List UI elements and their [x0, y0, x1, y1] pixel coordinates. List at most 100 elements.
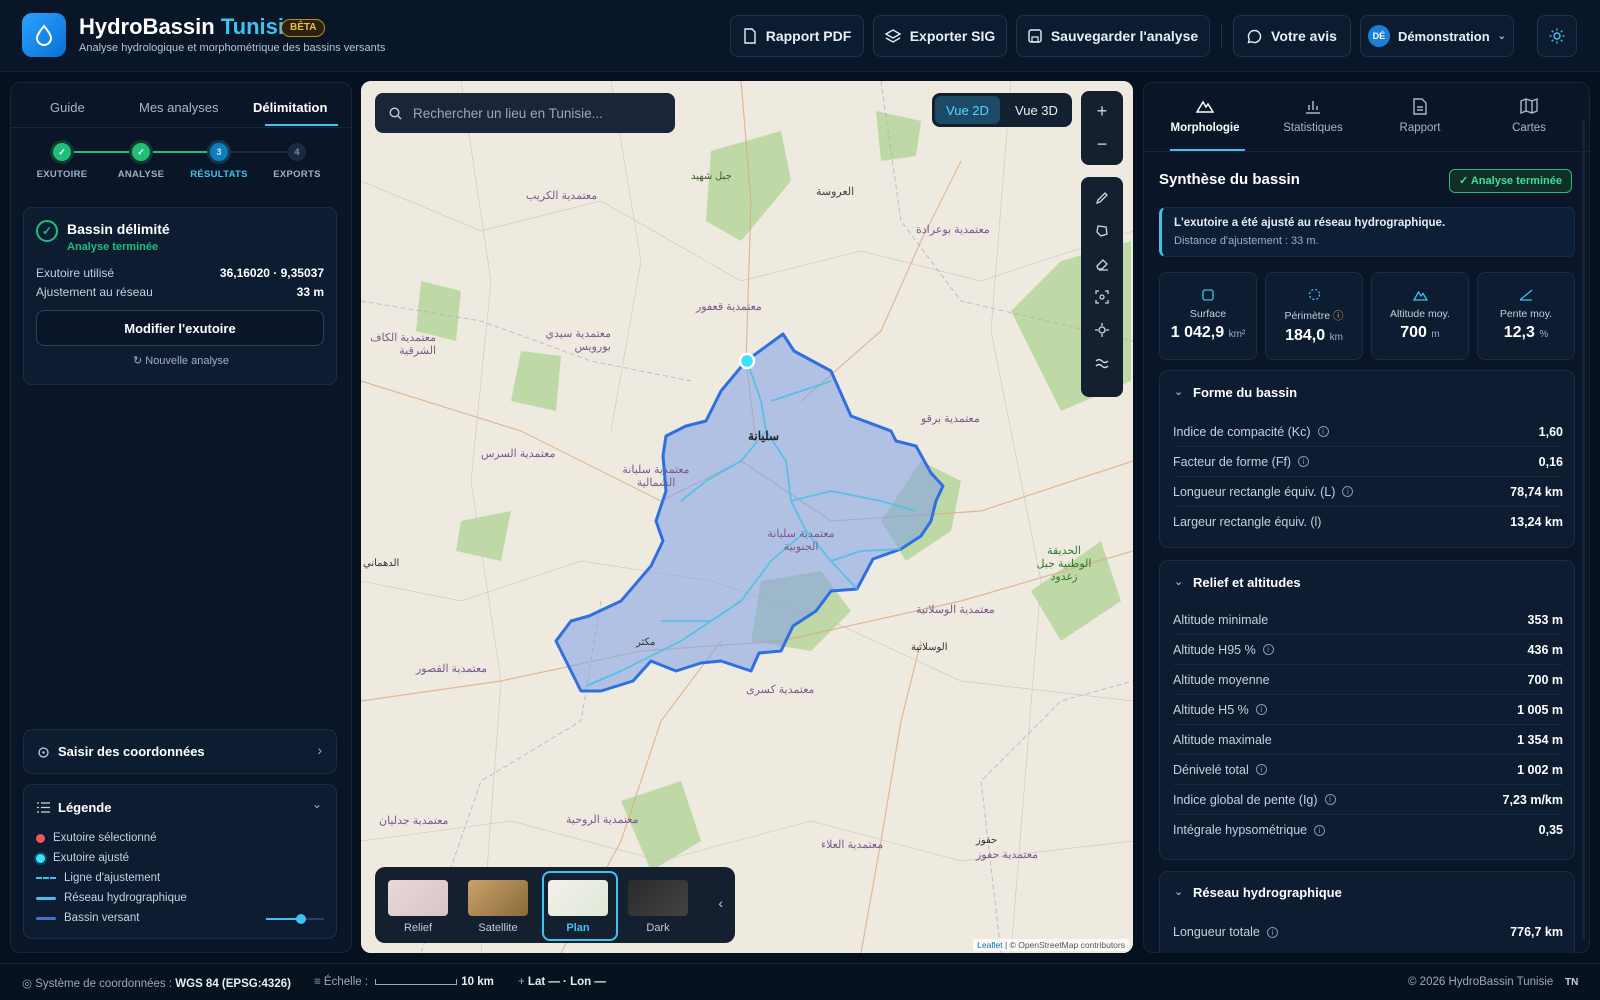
modify-outlet-button[interactable]: Modifier l'exutoire — [36, 310, 324, 346]
info-icon[interactable]: i — [1262, 644, 1274, 655]
layer-plan[interactable]: Plan — [542, 871, 618, 941]
legend-item-label: Ligne d'ajustement — [64, 872, 161, 884]
map-view[interactable]: معتمدية الكريب جبل شهيد العروسة معتمدية … — [361, 81, 1133, 953]
view-3d-button[interactable]: Vue 3D — [1004, 96, 1069, 124]
metric-label: Altitude moy. — [1390, 308, 1450, 320]
warning-info-icon[interactable]: ⓘ — [1333, 310, 1344, 322]
scrollbar[interactable] — [1582, 120, 1585, 940]
square-icon — [1160, 288, 1256, 302]
plus-crosshair-icon: + — [518, 976, 525, 988]
step-exutoire[interactable]: ✓ — [53, 143, 71, 161]
map-place-label: معتمدية السرس — [481, 448, 556, 460]
red-dot-icon — [36, 833, 45, 843]
layer-relief[interactable]: Relief — [387, 877, 449, 934]
notice-title: L'exutoire a été ajusté au réseau hydrog… — [1174, 217, 1446, 229]
table-row: Altitude H5 % i 1 005 m — [1173, 695, 1563, 725]
step-resultats[interactable]: 3 — [210, 143, 228, 161]
collapse-chevron-left-icon[interactable]: ‹ — [718, 895, 723, 911]
info-icon[interactable]: i — [1317, 426, 1329, 437]
toolbar-divider — [1221, 24, 1222, 48]
map-place-label: حفوز — [976, 835, 998, 846]
layer-dark[interactable]: Dark — [627, 877, 689, 934]
pdf-report-button[interactable]: Rapport PDF — [730, 15, 864, 57]
chat-bubble-icon — [1247, 29, 1262, 43]
osm-credit: | © OpenStreetMap contributors — [1005, 940, 1125, 950]
legend-item-label: Exutoire sélectionné — [53, 832, 157, 844]
table-row: Dénivelé total i 1 002 m — [1173, 755, 1563, 785]
tab-delimitation[interactable]: Délimitation — [253, 100, 327, 115]
map-search-input[interactable]: Rechercher un lieu en Tunisie... — [375, 93, 675, 133]
user-menu[interactable]: DÉ Démonstration ⌄ — [1360, 15, 1514, 57]
tab-label: Morphologie — [1170, 122, 1240, 134]
step-label: EXPORTS — [273, 169, 321, 180]
theme-toggle-button[interactable] — [1537, 15, 1577, 57]
pdf-report-label: Rapport PDF — [765, 28, 852, 44]
info-icon[interactable]: i — [1342, 486, 1354, 497]
opacity-slider[interactable] — [266, 914, 324, 924]
basemap-switcher: Relief Satellite Plan Dark ‹ — [375, 867, 735, 943]
polygon-icon[interactable] — [1081, 214, 1123, 247]
zoom-out-button[interactable]: − — [1081, 128, 1123, 161]
satellite-thumbnail — [468, 880, 528, 916]
shape-section-title[interactable]: Forme du bassin — [1193, 385, 1297, 400]
beta-badge: BÊTA — [281, 19, 326, 37]
globe-icon: ◎ — [22, 978, 33, 990]
tab-morphologie[interactable]: Morphologie — [1155, 95, 1255, 134]
metric-pente: Pente moy. 12,3 % — [1477, 272, 1575, 360]
locale-badge: TN — [1565, 977, 1579, 988]
document-icon — [1413, 97, 1427, 115]
info-icon[interactable]: i — [1324, 794, 1336, 805]
notice-detail: Distance d'ajustement : 33 m. — [1174, 235, 1319, 247]
new-analysis-label: Nouvelle analyse — [145, 355, 230, 367]
save-analysis-button[interactable]: Sauvegarder l'analyse — [1016, 15, 1210, 57]
info-icon[interactable]: i — [1266, 926, 1278, 938]
feedback-button[interactable]: Votre avis — [1233, 15, 1351, 57]
chevron-down-icon: ⌄ — [1497, 30, 1507, 42]
tab-guide[interactable]: Guide — [50, 100, 85, 115]
pencil-icon[interactable] — [1081, 181, 1123, 214]
info-icon[interactable]: i — [1314, 824, 1326, 836]
new-analysis-link[interactable]: ↻ Nouvelle analyse — [24, 354, 338, 367]
legend-collapse-chevron-icon[interactable]: ⌄ — [312, 797, 322, 811]
map-place-label: جبل شهيد — [691, 171, 732, 182]
layers-icon — [884, 29, 901, 43]
layer-satellite[interactable]: Satellite — [467, 877, 529, 934]
refresh-icon: ↻ — [132, 355, 143, 367]
user-name: Démonstration — [1397, 28, 1490, 44]
result-card: ✓ Bassin délimité Analyse terminée Exuto… — [23, 207, 337, 385]
leaflet-link[interactable]: Leaflet — [977, 940, 1003, 950]
tab-rapport[interactable]: Rapport — [1370, 95, 1470, 134]
enter-coordinates-card[interactable]: Saisir des coordonnées › — [23, 729, 337, 774]
eraser-icon[interactable] — [1081, 247, 1123, 280]
waves-icon[interactable] — [1081, 346, 1123, 379]
layer-label: Dark — [646, 922, 670, 934]
step-exports[interactable]: 4 — [288, 143, 306, 161]
left-tabs: Guide Mes analyses Délimitation — [10, 82, 352, 128]
opacity-slider-handle[interactable] — [295, 914, 306, 924]
fit-bounds-icon[interactable] — [1081, 280, 1123, 313]
mountain-icon — [1372, 288, 1468, 302]
collapse-chevron-icon[interactable]: ⌄ — [1174, 885, 1183, 898]
metric-label: Surface — [1189, 308, 1227, 320]
step-analyse[interactable]: ✓ — [132, 143, 150, 161]
info-icon[interactable]: i — [1298, 456, 1310, 467]
map-place-label: معتمدية برقو — [921, 413, 980, 425]
info-icon[interactable]: i — [1255, 704, 1267, 715]
collapse-chevron-icon[interactable]: ⌄ — [1174, 575, 1183, 588]
view-2d-button[interactable]: Vue 2D — [935, 96, 1000, 124]
collapse-chevron-icon[interactable]: ⌄ — [1174, 385, 1183, 398]
tab-statistiques[interactable]: Statistiques — [1263, 95, 1363, 134]
tab-cartes[interactable]: Cartes — [1479, 95, 1579, 134]
view-mode-toggle: Vue 2D Vue 3D — [932, 93, 1072, 127]
export-sig-button[interactable]: Exporter SIG — [873, 15, 1007, 57]
locate-icon[interactable] — [1081, 313, 1123, 346]
relief-section-title[interactable]: Relief et altitudes — [1193, 575, 1301, 590]
map-place-label: معتمدية الروحية — [566, 814, 639, 826]
tab-mes-analyses[interactable]: Mes analyses — [139, 100, 218, 115]
summary-title: Synthèse du bassin — [1159, 171, 1300, 188]
zoom-in-button[interactable]: + — [1081, 95, 1123, 128]
water-drop-logo-icon — [22, 13, 66, 57]
metric-value: 12,3 % — [1503, 324, 1549, 341]
network-section-title[interactable]: Réseau hydrographique — [1193, 885, 1342, 900]
info-icon[interactable]: i — [1255, 764, 1267, 775]
